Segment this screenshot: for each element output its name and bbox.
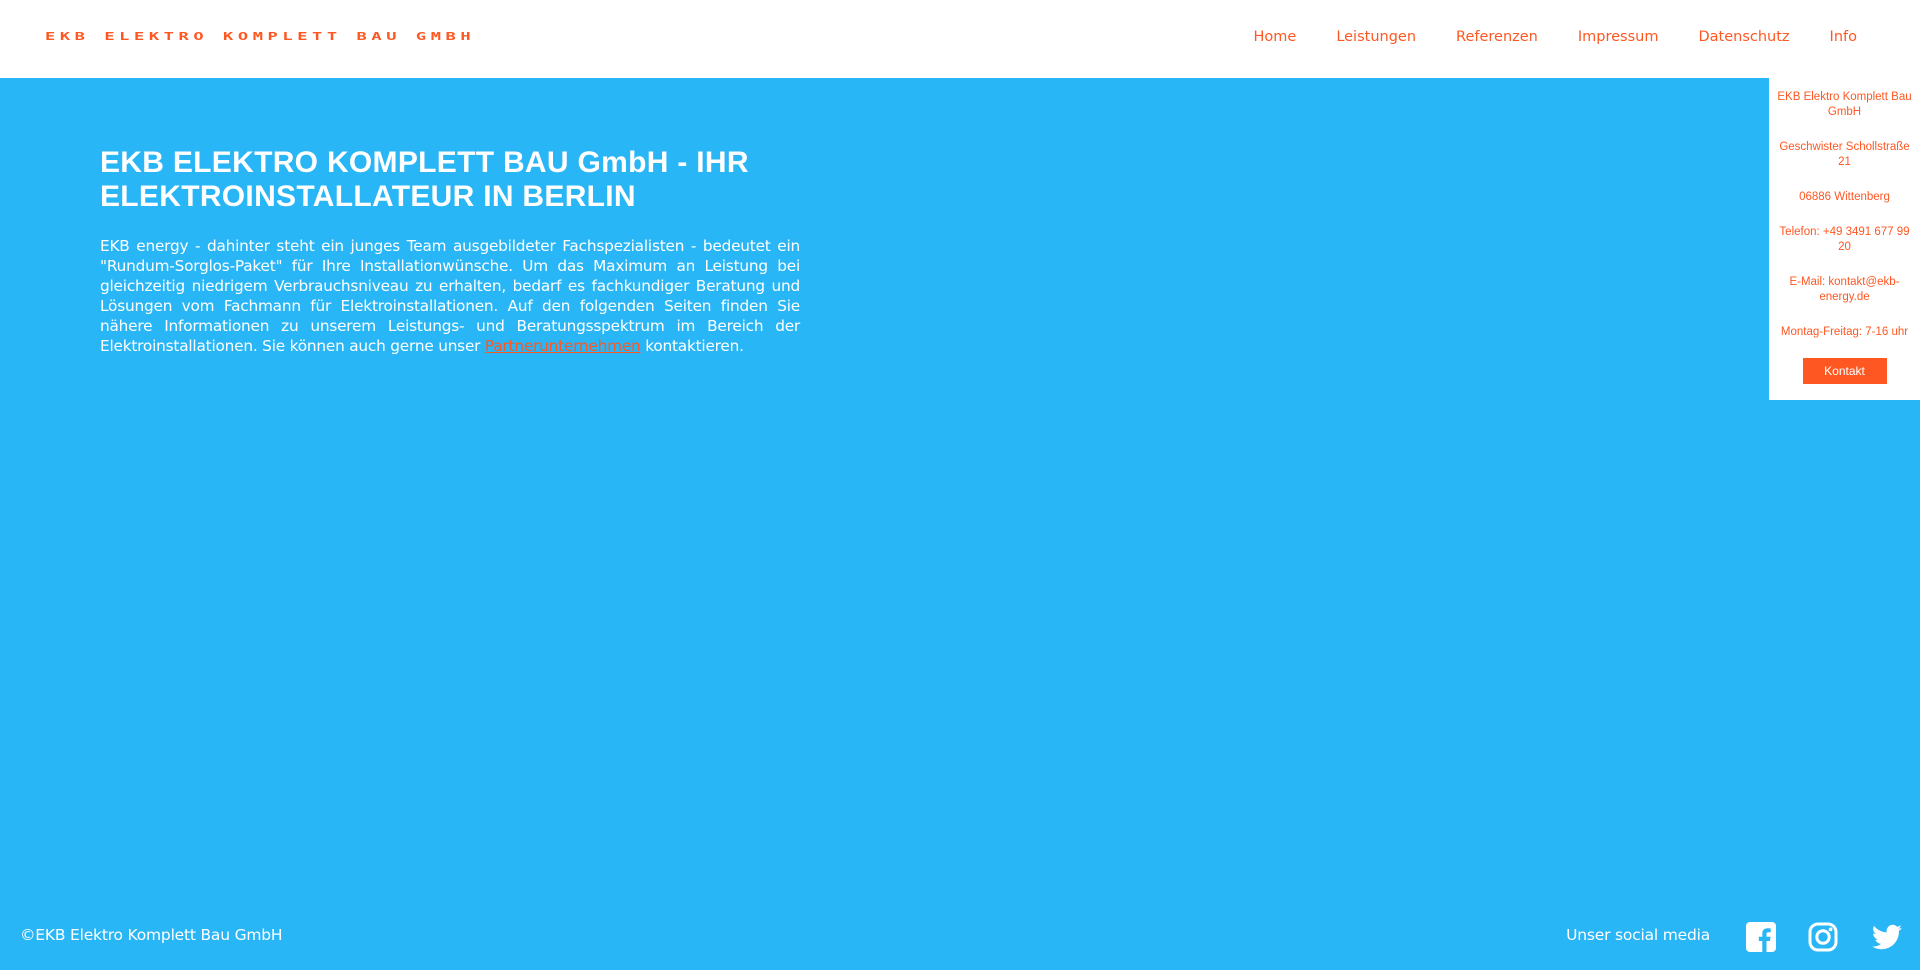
- sidebar-city: 06886 Wittenberg: [1799, 191, 1890, 203]
- nav-leistungen[interactable]: Leistungen: [1336, 29, 1416, 45]
- facebook-icon[interactable]: [1746, 922, 1776, 952]
- site-header: EKB ELEKTRO KOMPLETT BAU GMBH Home Leist…: [0, 0, 1920, 78]
- nav-datenschutz[interactable]: Datenschutz: [1698, 29, 1789, 45]
- twitter-icon[interactable]: [1870, 922, 1904, 952]
- nav-home[interactable]: Home: [1253, 29, 1296, 45]
- nav-info[interactable]: Info: [1830, 29, 1857, 45]
- intro-paragraph: EKB energy - dahinter steht ein junges T…: [100, 236, 800, 356]
- page-title: EKB ELEKTRO KOMPLETT BAU GmbH - IHR ELEK…: [100, 146, 749, 213]
- nav-referenzen[interactable]: Referenzen: [1456, 29, 1538, 45]
- sidebar-email: E-Mail: kontakt@ekb-energy.de: [1789, 276, 1900, 303]
- intro-text-end: kontaktieren.: [640, 337, 744, 355]
- main-nav: Home Leistungen Referenzen Impressum Dat…: [1213, 29, 1857, 45]
- nav-impressum[interactable]: Impressum: [1578, 29, 1659, 45]
- sidebar-hours: Montag-Freitag: 7-16 uhr: [1780, 326, 1909, 338]
- social-media-label: Unser social media: [1566, 926, 1710, 944]
- contact-sidebar: EKB Elektro Komplett Bau GmbH Geschwiste…: [1769, 78, 1920, 400]
- footer-copyright: ©EKB Elektro Komplett Bau GmbH: [20, 926, 283, 944]
- instagram-icon[interactable]: [1808, 922, 1838, 952]
- site-logo[interactable]: EKB ELEKTRO KOMPLETT BAU GMBH: [45, 31, 475, 43]
- sidebar-street: Geschwister Schollstraße 21: [1779, 141, 1910, 168]
- sidebar-phone: Telefon: +49 3491 677 99 20: [1779, 226, 1910, 253]
- sidebar-company: EKB Elektro Komplett Bau GmbH: [1777, 91, 1912, 118]
- contact-button[interactable]: Kontakt: [1802, 358, 1887, 384]
- partner-link[interactable]: Partnerunternehmen: [485, 337, 641, 355]
